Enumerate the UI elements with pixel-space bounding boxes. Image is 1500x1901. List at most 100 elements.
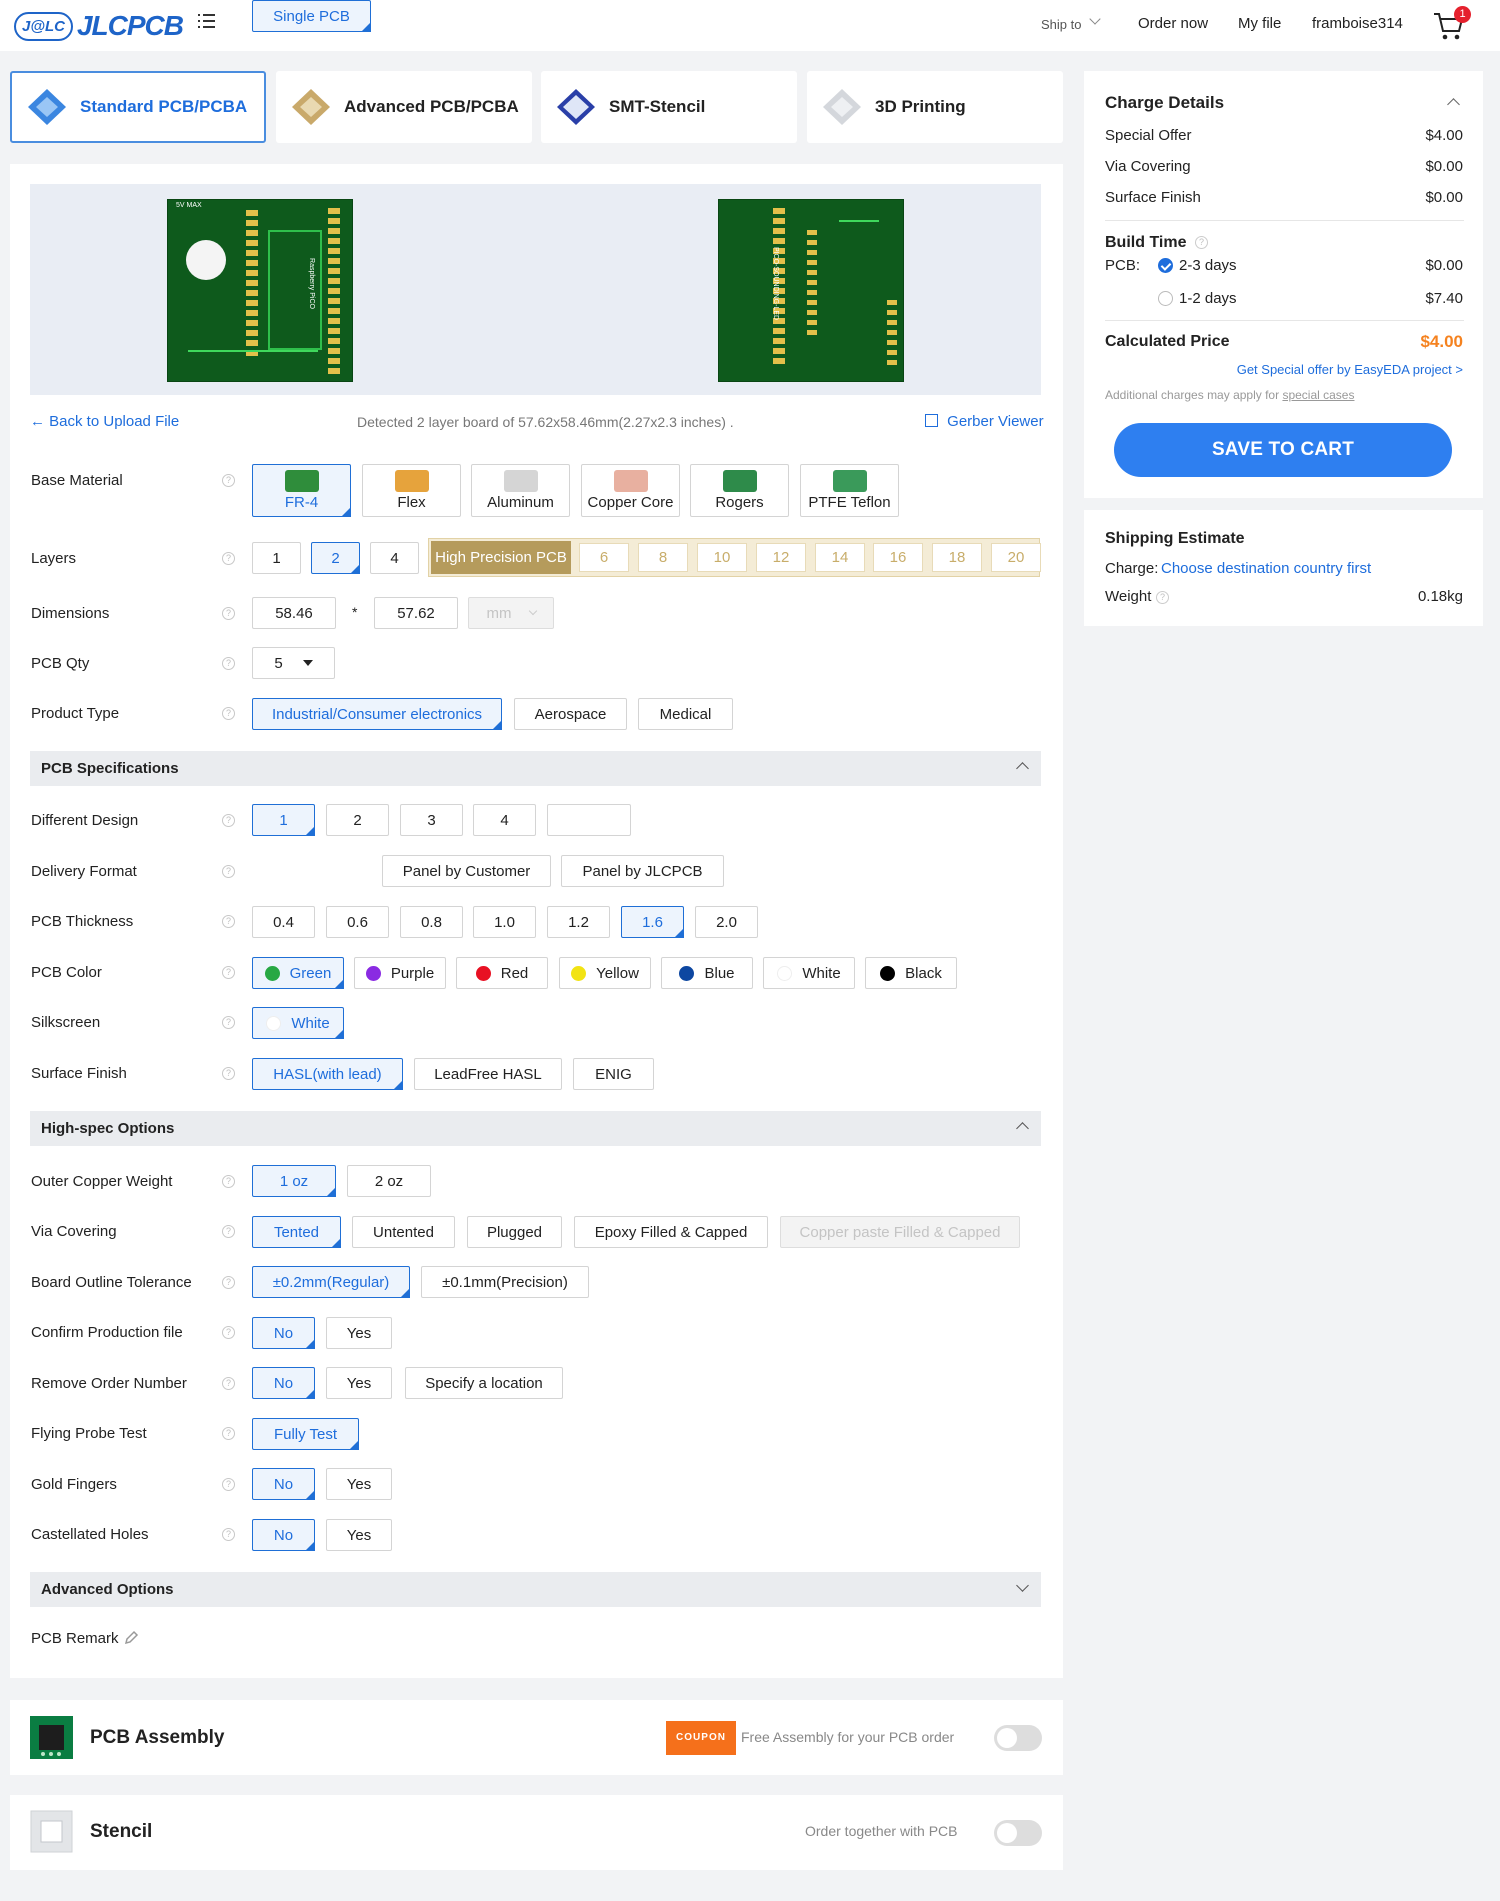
- stencil-toggle[interactable]: [994, 1820, 1042, 1846]
- delivery-single-pcb[interactable]: Single PCB: [252, 0, 371, 32]
- layers-option-8[interactable]: 8: [638, 543, 688, 572]
- tolerance-precision[interactable]: ±0.1mm(Precision): [421, 1266, 589, 1298]
- choose-country-link[interactable]: Choose destination country first: [1161, 560, 1371, 577]
- copper-1oz[interactable]: 1 oz: [252, 1165, 336, 1197]
- confirm-file-no[interactable]: No: [252, 1317, 315, 1349]
- layers-option-10[interactable]: 10: [697, 543, 747, 572]
- remove-order-yes[interactable]: Yes: [326, 1367, 392, 1399]
- finish-leadfree-hasl[interactable]: LeadFree HASL: [414, 1058, 562, 1090]
- remove-order-no[interactable]: No: [252, 1367, 315, 1399]
- help-icon[interactable]: ?: [222, 1016, 235, 1029]
- build-radio-1-2-days[interactable]: [1158, 291, 1173, 306]
- color-black[interactable]: Black: [865, 957, 957, 989]
- gold-fingers-no[interactable]: No: [252, 1468, 315, 1500]
- via-epoxy-filled[interactable]: Epoxy Filled & Capped: [574, 1216, 768, 1248]
- tab-3d-printing[interactable]: 3D Printing: [807, 71, 1063, 143]
- tolerance-regular[interactable]: ±0.2mm(Regular): [252, 1266, 410, 1298]
- delivery-panel-by-jlcpcb[interactable]: Panel by JLCPCB: [561, 855, 724, 887]
- material-aluminum[interactable]: Aluminum: [471, 464, 570, 517]
- help-icon[interactable]: ?: [222, 657, 235, 670]
- castellated-yes[interactable]: Yes: [326, 1519, 392, 1551]
- layers-option-12[interactable]: 12: [756, 543, 806, 572]
- help-icon[interactable]: ?: [222, 707, 235, 720]
- help-icon[interactable]: ?: [222, 474, 235, 487]
- help-icon[interactable]: ?: [222, 607, 235, 620]
- help-icon[interactable]: ?: [222, 1067, 235, 1080]
- delivery-panel-by-customer[interactable]: Panel by Customer: [382, 855, 551, 887]
- color-red[interactable]: Red: [456, 957, 548, 989]
- design-option-3[interactable]: 3: [400, 804, 463, 836]
- copper-2oz[interactable]: 2 oz: [347, 1165, 431, 1197]
- help-icon[interactable]: ?: [222, 1478, 235, 1491]
- material-flex[interactable]: Flex: [362, 464, 461, 517]
- thickness-0-8[interactable]: 0.8: [400, 906, 463, 938]
- layers-option-6[interactable]: 6: [579, 543, 629, 572]
- assembly-toggle[interactable]: [994, 1725, 1042, 1751]
- via-untented[interactable]: Untented: [352, 1216, 455, 1248]
- confirm-file-yes[interactable]: Yes: [326, 1317, 392, 1349]
- layers-option-14[interactable]: 14: [815, 543, 865, 572]
- design-custom-input[interactable]: [547, 804, 631, 836]
- color-yellow[interactable]: Yellow: [559, 957, 651, 989]
- layers-option-1[interactable]: 1: [252, 542, 301, 574]
- layers-option-2[interactable]: 2: [311, 542, 360, 574]
- remove-order-specify-location[interactable]: Specify a location: [405, 1367, 563, 1399]
- tab-advanced-pcb[interactable]: Advanced PCB/PCBA: [276, 71, 532, 143]
- pcb-specifications-header[interactable]: PCB Specifications: [30, 751, 1041, 786]
- special-cases-link[interactable]: special cases: [1282, 388, 1354, 402]
- help-icon[interactable]: ?: [222, 1427, 235, 1440]
- user-menu[interactable]: framboise314: [1312, 15, 1403, 32]
- gerber-viewer-link[interactable]: Gerber Viewer: [925, 413, 1044, 430]
- help-icon[interactable]: ?: [1156, 591, 1169, 604]
- via-plugged[interactable]: Plugged: [467, 1216, 562, 1248]
- help-icon[interactable]: ?: [222, 1175, 235, 1188]
- finish-hasl-lead[interactable]: HASL(with lead): [252, 1058, 403, 1090]
- menu-icon[interactable]: [198, 14, 218, 30]
- flying-probe-fully-test[interactable]: Fully Test: [252, 1418, 359, 1450]
- advanced-options-header[interactable]: Advanced Options: [30, 1572, 1041, 1607]
- product-type-industrial[interactable]: Industrial/Consumer electronics: [252, 698, 502, 730]
- high-spec-options-header[interactable]: High-spec Options: [30, 1111, 1041, 1146]
- tab-smt-stencil[interactable]: SMT-Stencil: [541, 71, 797, 143]
- material-copper-core[interactable]: Copper Core: [581, 464, 680, 517]
- order-now-link[interactable]: Order now: [1138, 15, 1208, 32]
- thickness-1-2[interactable]: 1.2: [547, 906, 610, 938]
- help-icon[interactable]: ?: [222, 1276, 235, 1289]
- via-tented[interactable]: Tented: [252, 1216, 341, 1248]
- ship-to-link[interactable]: Ship to: [1041, 17, 1081, 32]
- material-ptfe[interactable]: PTFE Teflon: [800, 464, 899, 517]
- product-type-medical[interactable]: Medical: [638, 698, 733, 730]
- finish-enig[interactable]: ENIG: [573, 1058, 654, 1090]
- thickness-0-4[interactable]: 0.4: [252, 906, 315, 938]
- material-fr4[interactable]: FR-4: [252, 464, 351, 517]
- help-icon[interactable]: ?: [222, 552, 235, 565]
- build-radio-2-3-days[interactable]: [1158, 258, 1173, 273]
- layers-option-20[interactable]: 20: [991, 543, 1041, 572]
- thickness-1-0[interactable]: 1.0: [473, 906, 536, 938]
- width-input[interactable]: 58.46: [252, 597, 336, 629]
- help-icon[interactable]: ?: [222, 915, 235, 928]
- thickness-2-0[interactable]: 2.0: [695, 906, 758, 938]
- material-rogers[interactable]: Rogers: [690, 464, 789, 517]
- layers-option-16[interactable]: 16: [873, 543, 923, 572]
- castellated-no[interactable]: No: [252, 1519, 315, 1551]
- gold-fingers-yes[interactable]: Yes: [326, 1468, 392, 1500]
- pencil-icon[interactable]: [123, 1630, 139, 1646]
- height-input[interactable]: 57.62: [374, 597, 458, 629]
- layers-option-4[interactable]: 4: [370, 542, 419, 574]
- help-icon[interactable]: ?: [222, 865, 235, 878]
- color-green[interactable]: Green: [252, 957, 344, 989]
- layers-option-18[interactable]: 18: [932, 543, 982, 572]
- help-icon[interactable]: ?: [222, 1528, 235, 1541]
- thickness-1-6[interactable]: 1.6: [621, 906, 684, 938]
- thickness-0-6[interactable]: 0.6: [326, 906, 389, 938]
- tab-standard-pcb[interactable]: Standard PCB/PCBA: [10, 71, 266, 143]
- save-to-cart-button[interactable]: SAVE TO CART: [1114, 423, 1452, 477]
- pcb-qty-select[interactable]: 5: [252, 647, 335, 679]
- help-icon[interactable]: ?: [1195, 236, 1208, 249]
- help-icon[interactable]: ?: [222, 1326, 235, 1339]
- special-offer-link[interactable]: Get Special offer by EasyEDA project >: [1237, 362, 1463, 377]
- my-file-link[interactable]: My file: [1238, 15, 1281, 32]
- help-icon[interactable]: ?: [222, 814, 235, 827]
- silkscreen-white[interactable]: White: [252, 1007, 344, 1039]
